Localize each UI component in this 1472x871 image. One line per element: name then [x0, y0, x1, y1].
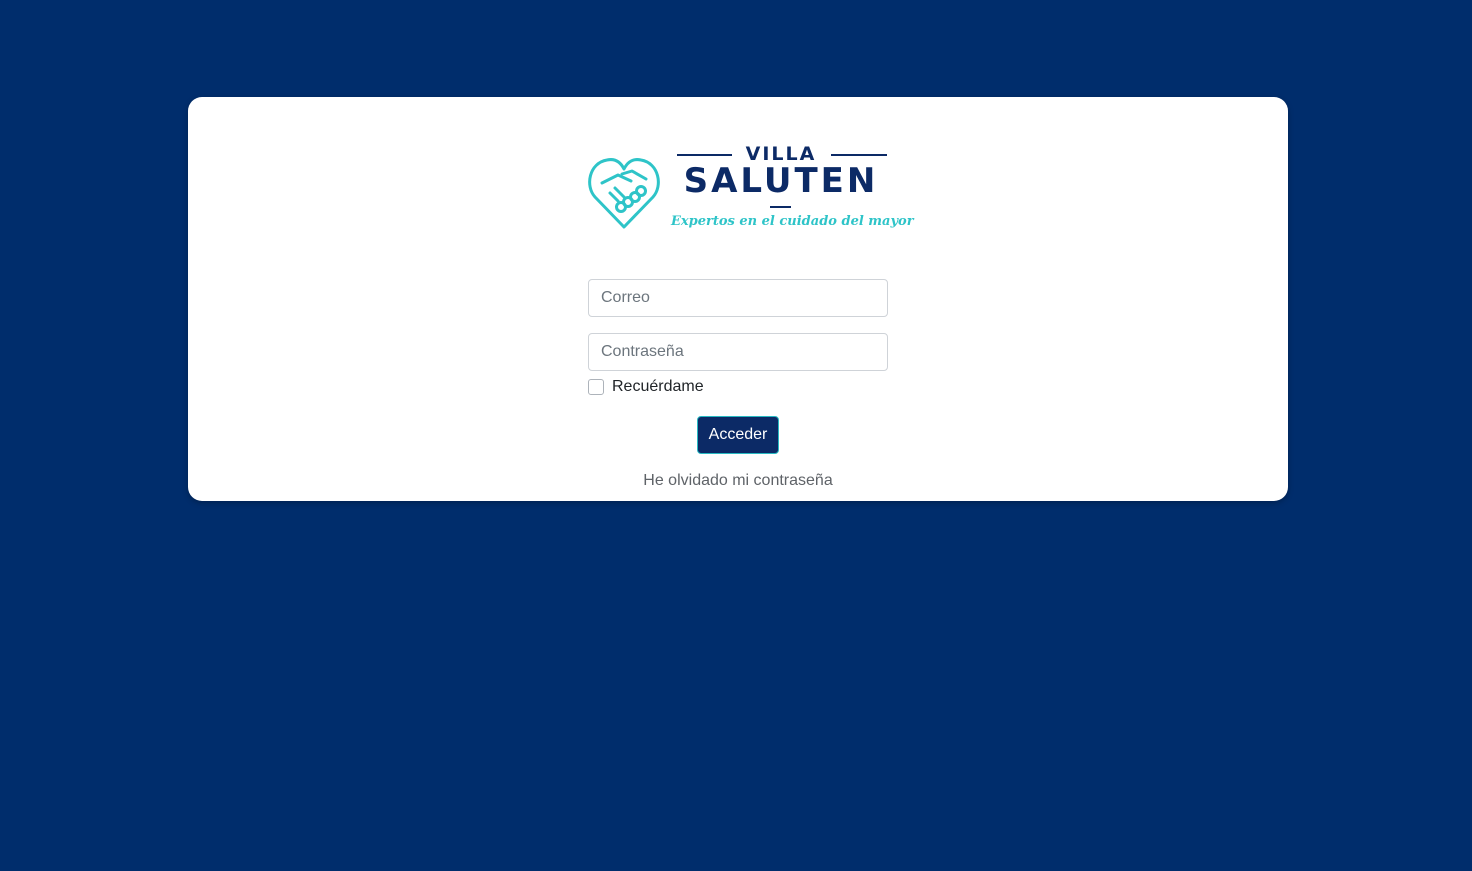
remember-me-label[interactable]: Recuérdame	[612, 378, 704, 396]
brand-logo: VILLA SALUTEN Expertos en el cuidado del…	[588, 141, 914, 237]
email-field[interactable]	[588, 279, 888, 317]
remember-me-row: Recuérdame	[588, 377, 704, 397]
brand-tagline: Expertos en el cuidado del mayor	[671, 214, 914, 229]
login-card: VILLA SALUTEN Expertos en el cuidado del…	[188, 97, 1288, 501]
remember-me-checkbox[interactable]	[588, 379, 604, 395]
login-button[interactable]: Acceder	[697, 416, 779, 454]
brand-name-main: SALUTEN	[683, 161, 879, 201]
password-field[interactable]	[588, 333, 888, 371]
forgot-password-link[interactable]: He olvidado mi contraseña	[188, 472, 1288, 490]
